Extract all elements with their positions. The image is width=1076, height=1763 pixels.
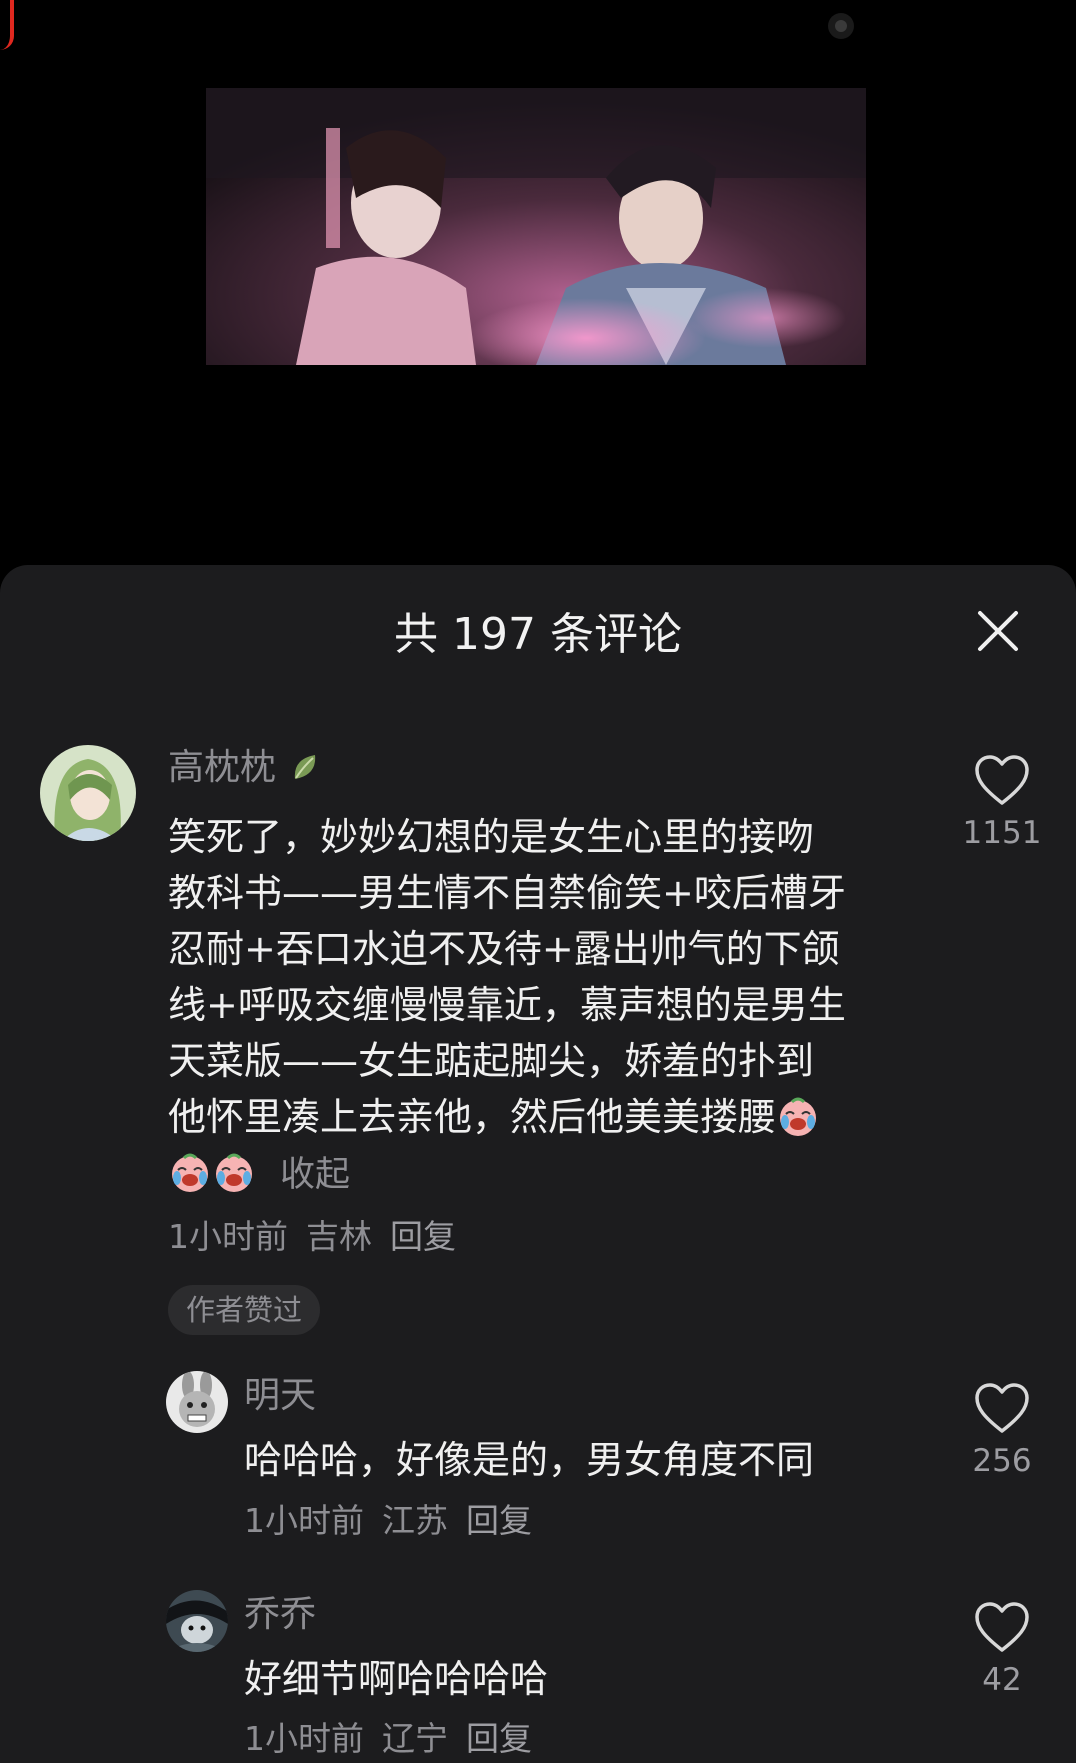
close-button[interactable] [974,607,1022,655]
comment-username[interactable]: 乔乔 [244,1592,316,1638]
like-count: 256 [972,1443,1032,1479]
close-icon [978,611,1018,651]
comment-meta: 1小时前 辽宁 回复 [244,1717,532,1761]
collapse-link[interactable]: 收起 [280,1155,350,1195]
reply-button[interactable]: 回复 [390,1217,456,1256]
comment-location: 江苏 [382,1501,448,1540]
comment-username[interactable]: 明天 [244,1373,316,1419]
like-button[interactable]: 42 [952,1602,1052,1700]
like-count: 1151 [962,815,1042,851]
like-button[interactable]: 1151 [952,755,1052,853]
author-liked-badge: 作者赞过 [168,1285,321,1335]
avatar[interactable] [40,745,136,841]
like-count: 42 [982,1662,1022,1698]
comment-meta: 1小时前 吉林 回复 [168,1215,456,1259]
screen: 共 197 条评论 高枕枕 笑死了，妙妙幻想的是女生心里的接吻 教科书——男生情… [0,0,1076,1763]
avatar[interactable] [166,1371,228,1433]
reply-button[interactable]: 回复 [466,1719,532,1758]
heart-icon [975,1383,1029,1433]
crying-face-emoji-icon [216,1153,252,1192]
heart-icon [975,1602,1029,1652]
comment-meta: 1小时前 江苏 回复 [244,1499,532,1543]
video-thumbnail[interactable] [206,88,866,365]
comment-username[interactable]: 高枕枕 [168,745,323,791]
comment-text: 哈哈哈，好像是的，男女角度不同 [244,1438,815,1482]
comments-sheet: 共 197 条评论 高枕枕 笑死了，妙妙幻想的是女生心里的接吻 教科书——男生情… [0,565,1076,1763]
crying-face-emoji-icon [172,1153,208,1192]
heart-icon [975,755,1029,805]
camera-cutout [828,13,854,39]
comment-text: 笑死了，妙妙幻想的是女生心里的接吻 教科书——男生情不自禁偷笑+咬后槽牙 忍耐+… [168,815,846,1195]
comment-location: 辽宁 [382,1719,448,1758]
comment-time: 1小时前 [168,1217,288,1256]
status-indicator [0,0,14,50]
comment-time: 1小时前 [244,1719,364,1758]
comments-count-title: 共 197 条评论 [394,609,682,660]
crying-face-emoji-icon [780,1097,817,1136]
reply-button[interactable]: 回复 [466,1501,532,1540]
like-button[interactable]: 256 [952,1383,1052,1481]
comment-text: 好细节啊哈哈哈哈 [244,1657,549,1701]
avatar[interactable] [166,1590,228,1652]
comment-location: 吉林 [306,1217,372,1256]
comment-time: 1小时前 [244,1501,364,1540]
leaf-icon [295,755,316,779]
